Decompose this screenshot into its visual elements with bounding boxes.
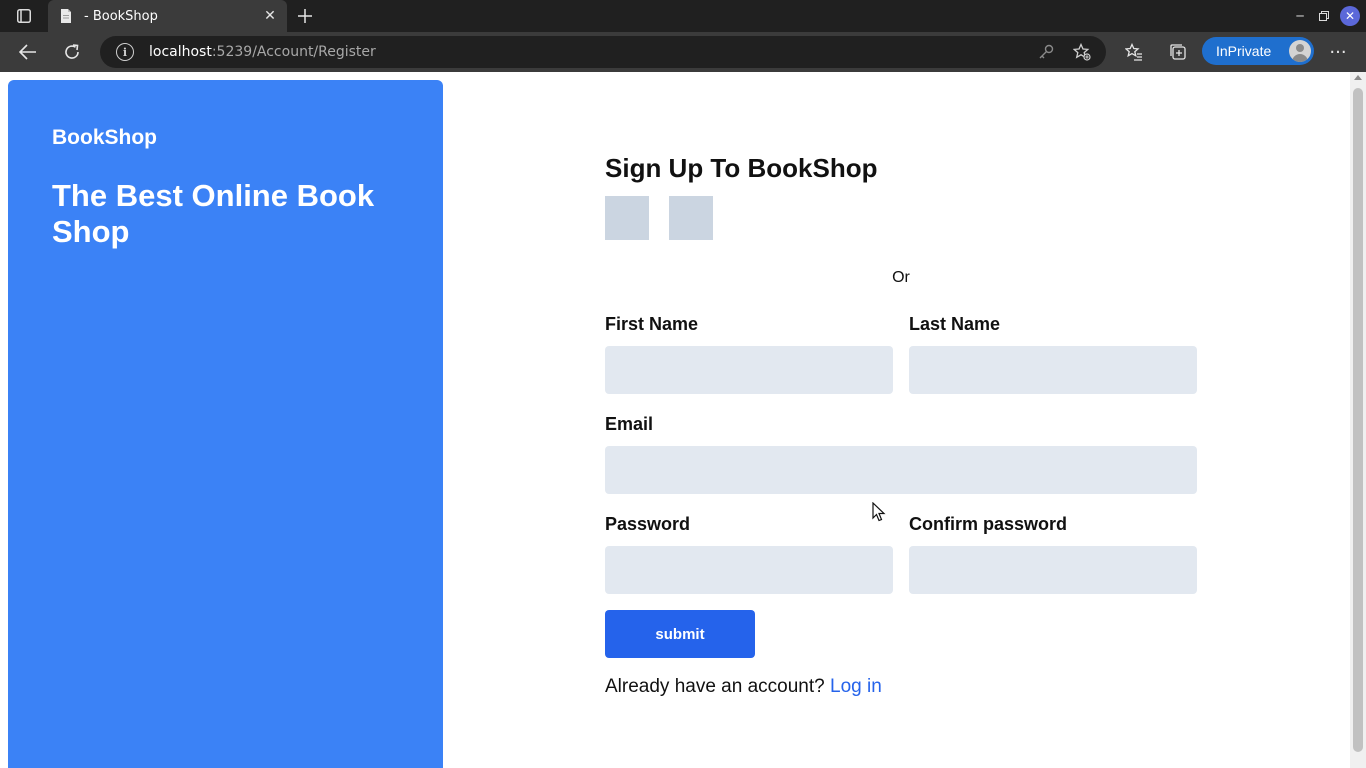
profile-avatar-icon [1289,40,1311,62]
hero-tagline: The Best Online Book Shop [52,178,375,249]
email-group: Email [605,412,1197,494]
key-icon[interactable] [1035,41,1057,63]
first-name-group: First Name [605,312,893,394]
email-field[interactable] [605,446,1197,494]
confirm-password-group: Confirm password [909,512,1197,594]
brand-logo-text[interactable]: BookShop [52,126,399,150]
email-label: Email [605,414,654,434]
social-login-row [605,196,1197,240]
register-form: Sign Up To BookShop Or First Name Last N… [605,152,1197,698]
refresh-icon[interactable] [58,38,86,66]
inprivate-button[interactable]: InPrivate [1202,37,1314,65]
close-window-icon[interactable]: ✕ [1340,6,1360,26]
password-label: Password [605,514,691,534]
page-favicon-icon [61,9,71,23]
minimize-window-icon[interactable]: ─ [1288,4,1312,28]
back-icon[interactable] [14,38,42,66]
page-title: Sign Up To BookShop [605,153,878,183]
password-field[interactable] [605,546,893,594]
social-login-button-2[interactable] [669,196,713,240]
scrollbar-thumb[interactable] [1353,88,1363,752]
tab-title: - BookShop [84,8,158,24]
favorites-icon[interactable] [1120,38,1148,66]
password-group: Password [605,512,893,594]
url-text[interactable]: localhost:5239/Account/Register [149,44,376,60]
submit-button[interactable]: submit [605,610,755,658]
inprivate-label: InPrivate [1216,43,1272,59]
login-prompt-text: Already have an account? [605,676,830,697]
name-row: First Name Last Name [605,312,1197,394]
collections-icon[interactable] [1164,38,1192,66]
last-name-field[interactable] [909,346,1197,394]
add-favorite-icon[interactable] [1071,41,1093,63]
login-link[interactable]: Log in [830,676,882,697]
login-prompt: Already have an account? Log in [605,676,1197,698]
or-divider: Or [892,269,910,286]
first-name-label: First Name [605,314,699,334]
close-tab-icon[interactable]: ✕ [257,3,283,29]
first-name-field[interactable] [605,346,893,394]
password-row: Password Confirm password [605,512,1197,594]
page-scrollbar[interactable] [1350,72,1366,768]
browser-tab-active[interactable]: - BookShop ✕ [48,0,287,32]
confirm-password-field[interactable] [909,546,1197,594]
tab-actions-button[interactable] [10,6,38,26]
hero-panel: BookShop The Best Online Book Shop [8,80,443,768]
address-bar[interactable]: i localhost:5239/Account/Register [100,36,1106,68]
browser-tab-bar: - BookShop ✕ ─ ✕ [0,0,1366,32]
social-login-button-1[interactable] [605,196,649,240]
last-name-group: Last Name [909,312,1197,394]
new-tab-button[interactable] [292,4,318,28]
last-name-label: Last Name [909,314,1001,334]
scroll-up-arrow-icon[interactable] [1354,75,1362,80]
site-info-icon[interactable]: i [116,43,134,61]
more-options-icon[interactable]: ··· [1324,38,1352,66]
confirm-password-label: Confirm password [909,514,1068,534]
tab-actions-icon [17,9,31,23]
plus-icon [298,9,312,23]
browser-toolbar: i localhost:5239/Account/Register InPriv… [0,32,1366,72]
page-viewport: BookShop The Best Online Book Shop Sign … [0,72,1350,768]
restore-window-icon[interactable] [1312,4,1336,28]
